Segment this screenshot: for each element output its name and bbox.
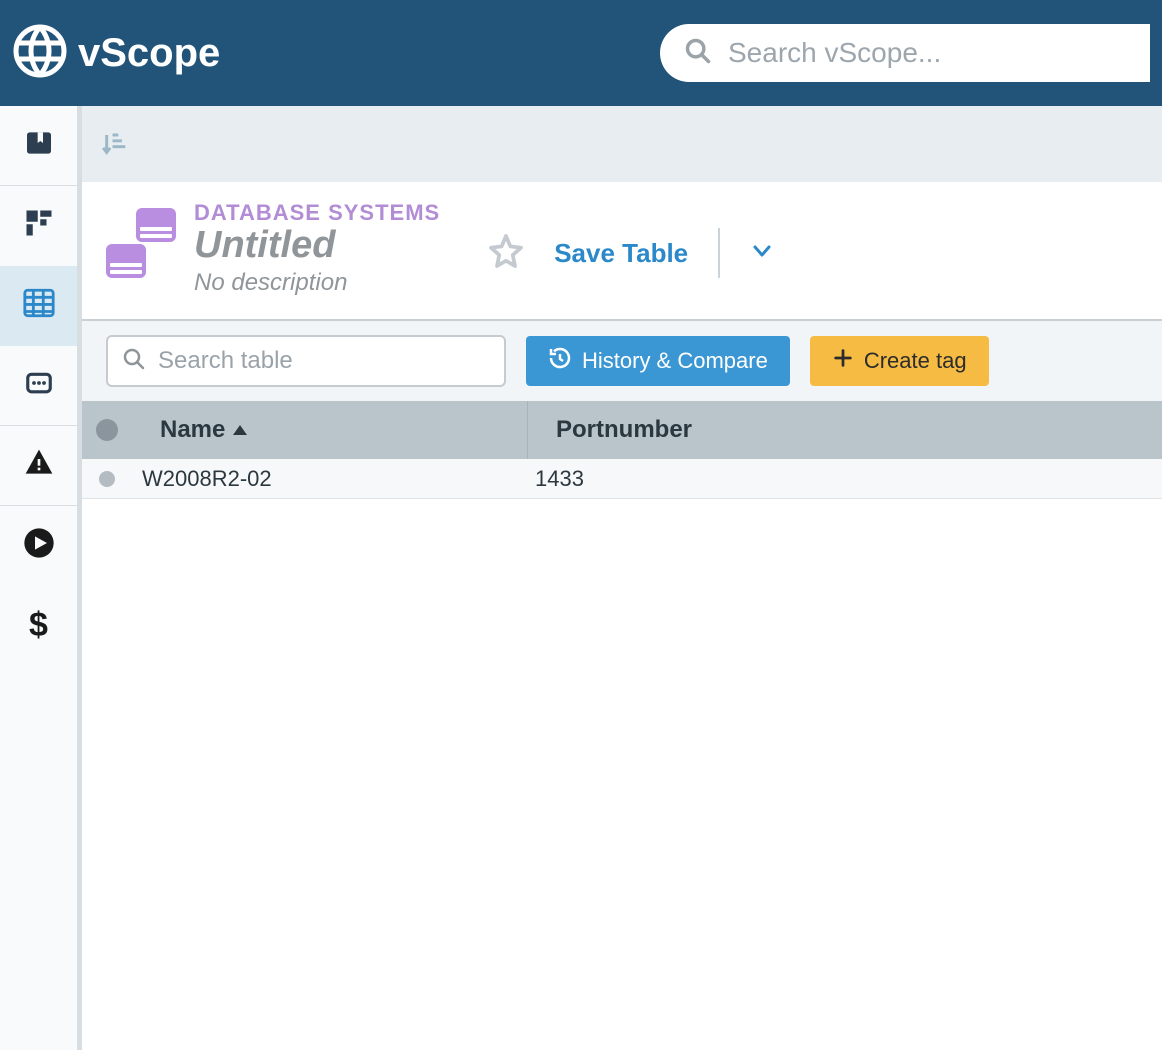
table-row[interactable]: W2008R2-02 1433 <box>82 459 1162 499</box>
table-actions: History & Compare Create tag <box>82 321 1162 401</box>
empty-area <box>82 499 1162 1050</box>
separator <box>718 228 720 278</box>
globe-icon <box>12 23 68 84</box>
table-search-input[interactable] <box>158 347 490 375</box>
database-systems-icon <box>106 208 176 278</box>
sidebar-item-play[interactable] <box>0 506 77 586</box>
create-tag-label: Create tag <box>864 348 967 374</box>
select-all-checkbox[interactable] <box>82 419 132 441</box>
sort-indent-icon[interactable] <box>102 128 130 161</box>
sidebar-item-table[interactable] <box>0 266 77 346</box>
search-icon <box>684 37 712 70</box>
column-header-portnumber[interactable]: Portnumber <box>527 401 917 459</box>
sidebar: $ <box>0 106 78 1050</box>
brand-logo[interactable]: vScope <box>12 23 220 84</box>
table-search[interactable] <box>106 335 506 387</box>
plus-icon <box>832 347 854 375</box>
page-title[interactable]: Untitled <box>194 224 440 267</box>
row-checkbox[interactable] <box>82 471 132 487</box>
search-icon <box>122 347 146 376</box>
history-icon <box>548 346 572 376</box>
cell-name: W2008R2-02 <box>132 466 527 492</box>
brand-text: vScope <box>78 31 220 76</box>
page-description[interactable]: No description <box>194 269 440 297</box>
global-search-input[interactable] <box>728 37 1126 69</box>
play-icon <box>23 527 55 564</box>
topbar: vScope <box>0 0 1162 106</box>
save-table-button[interactable]: Save Table <box>554 238 688 269</box>
column-header-name[interactable]: Name <box>132 416 527 444</box>
content-toolbar <box>82 106 1162 182</box>
sidebar-item-message[interactable] <box>0 346 77 426</box>
history-compare-button[interactable]: History & Compare <box>526 336 790 386</box>
table-icon <box>22 286 56 325</box>
sidebar-item-billing[interactable]: $ <box>0 586 77 666</box>
favorite-star-icon[interactable] <box>488 233 524 274</box>
sidebar-item-dashboard[interactable] <box>0 186 77 266</box>
global-search[interactable] <box>660 24 1150 82</box>
sort-asc-icon <box>233 425 247 435</box>
cell-portnumber: 1433 <box>527 466 917 492</box>
data-table: Name Portnumber W2008R2-02 1433 <box>82 401 1162 499</box>
page-header: DATABASE SYSTEMS Untitled No description… <box>82 182 1162 321</box>
message-icon <box>24 368 54 403</box>
page-category: DATABASE SYSTEMS <box>194 200 440 226</box>
sidebar-item-bookmark[interactable] <box>0 106 77 186</box>
create-tag-button[interactable]: Create tag <box>810 336 989 386</box>
save-dropdown-chevron-icon[interactable] <box>750 239 774 268</box>
bookmark-book-icon <box>23 127 55 164</box>
column-header-portnumber-label: Portnumber <box>556 416 692 444</box>
column-header-name-label: Name <box>160 416 225 444</box>
alert-icon <box>23 447 55 484</box>
table-header header: Name Portnumber <box>82 401 1162 459</box>
main-content: DATABASE SYSTEMS Untitled No description… <box>78 106 1162 1050</box>
dollar-icon: $ <box>29 606 48 645</box>
sidebar-item-alert[interactable] <box>0 426 77 506</box>
dashboard-icon <box>24 208 54 243</box>
history-compare-label: History & Compare <box>582 348 768 374</box>
